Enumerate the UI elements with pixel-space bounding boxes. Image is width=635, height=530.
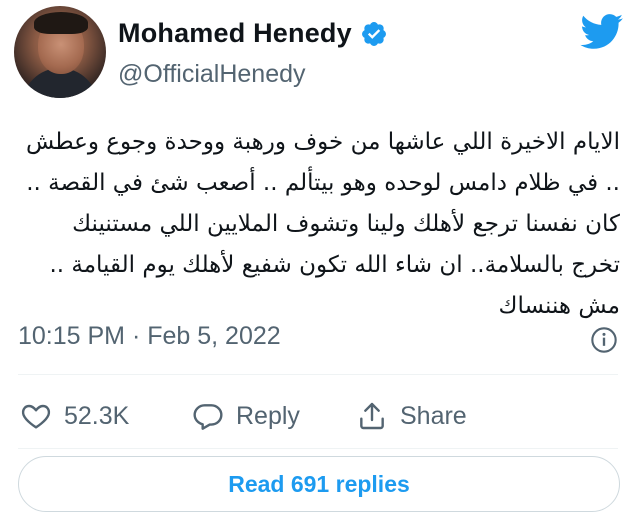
info-icon[interactable] [590, 326, 618, 354]
reply-button[interactable]: Reply [192, 392, 300, 440]
avatar[interactable] [14, 6, 106, 98]
comment-bubble-icon [193, 404, 223, 430]
divider [18, 448, 618, 449]
reply-label: Reply [236, 401, 300, 430]
share-label: Share [400, 401, 467, 430]
like-button[interactable]: 52.3K [20, 392, 129, 440]
tweet-text: الايام الاخيرة اللي عاشها من خوف ورهبة و… [18, 129, 620, 319]
verified-badge-icon [361, 21, 386, 46]
tweet-actions: 52.3K Reply Share [0, 392, 635, 442]
author-name[interactable]: Mohamed Henedy [118, 18, 352, 49]
tweet-timestamp[interactable]: 10:15 PM · Feb 5, 2022 [18, 322, 281, 351]
divider [18, 374, 618, 375]
twitter-bird-icon[interactable] [580, 14, 624, 50]
like-count: 52.3K [64, 401, 130, 430]
read-replies-button[interactable]: Read 691 replies [18, 456, 620, 512]
share-button[interactable]: Share [356, 392, 467, 440]
tweet-header: Mohamed Henedy @OfficialHenedy [0, 0, 635, 110]
author-name-row: Mohamed Henedy [118, 18, 388, 49]
heart-icon [21, 404, 51, 429]
avatar-hair [34, 12, 88, 34]
share-upload-icon [360, 402, 384, 430]
author-handle[interactable]: @OfficialHenedy [118, 60, 306, 89]
